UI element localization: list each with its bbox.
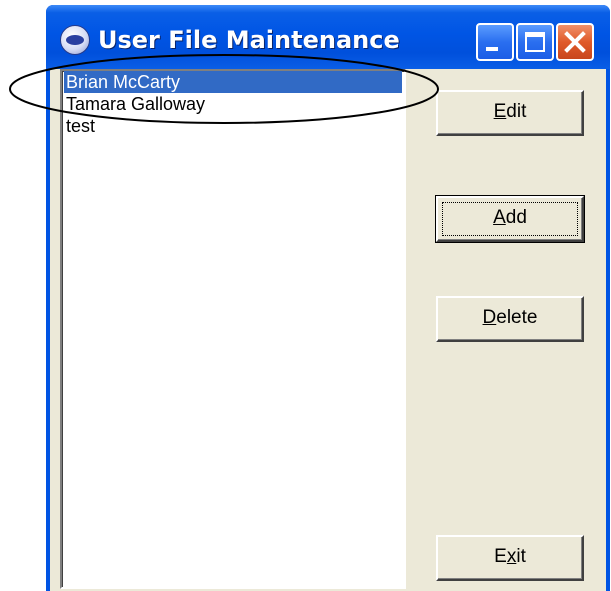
edit-label-rest: dit (506, 101, 527, 122)
close-icon (564, 31, 586, 53)
list-item-brian-mccarty[interactable]: Brian McCarty (64, 71, 402, 93)
exit-mnemonic: x (506, 546, 517, 567)
delete-button[interactable]: Delete (436, 296, 584, 342)
user-list-box[interactable]: Brian McCarty Tamara Galloway test (60, 69, 406, 589)
minimize-icon (486, 47, 498, 51)
add-label-rest: dd (505, 207, 527, 228)
maximize-icon (525, 32, 545, 52)
user-file-maintenance-window: User File Maintenance Brian McCarty Tama… (46, 5, 610, 591)
edit-button[interactable]: Edit (436, 90, 584, 136)
exit-label-prefix: E (494, 546, 507, 567)
edit-mnemonic: E (493, 101, 507, 122)
msco-logo-icon (60, 25, 90, 55)
screenshot-canvas: User File Maintenance Brian McCarty Tama… (0, 0, 611, 591)
add-button[interactable]: Add (435, 195, 585, 243)
add-mnemonic: A (493, 207, 506, 228)
window-title: User File Maintenance (98, 26, 400, 54)
close-button[interactable] (556, 23, 594, 61)
title-bar[interactable]: User File Maintenance (46, 5, 610, 69)
delete-label-rest: elete (496, 307, 538, 328)
dialog-client-area: Brian McCarty Tamara Galloway test Edit … (50, 69, 606, 591)
minimize-button[interactable] (476, 23, 514, 61)
list-item-tamara-galloway[interactable]: Tamara Galloway (64, 93, 402, 115)
delete-mnemonic: D (482, 307, 497, 328)
exit-button[interactable]: Exit (436, 535, 584, 581)
maximize-button[interactable] (516, 23, 554, 61)
exit-label-rest: it (516, 546, 526, 567)
list-item-test[interactable]: test (64, 115, 402, 137)
